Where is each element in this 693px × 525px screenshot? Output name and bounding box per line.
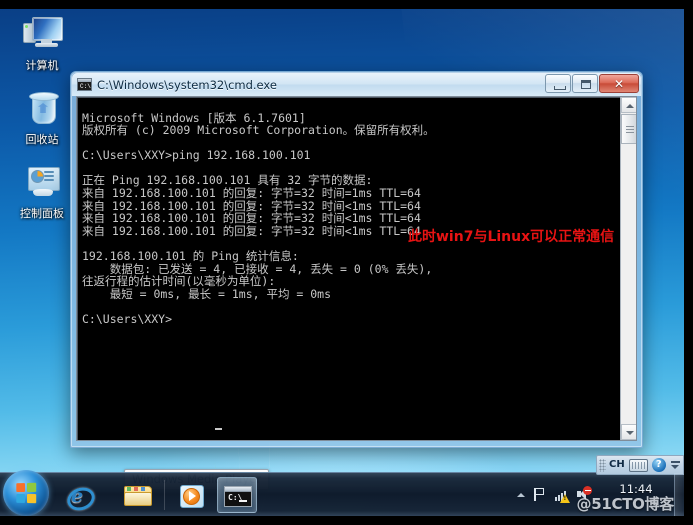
windows-logo-icon (16, 482, 37, 504)
taskbar-item-internet-explorer[interactable]: e (58, 477, 98, 515)
console-cursor (215, 428, 222, 430)
show-hidden-icons-icon[interactable] (517, 492, 525, 497)
desktop-icon-label: 控制面板 (20, 207, 64, 220)
desktop-icon-label: 计算机 (25, 59, 59, 72)
window-controls: ✕ (545, 74, 639, 93)
desktop[interactable]: 计算机 回收站 控制面板 C:\ C:\Windows\system32\cmd… (0, 9, 684, 516)
cmd-window[interactable]: C:\ C:\Windows\system32\cmd.exe ✕ Micros… (70, 71, 643, 448)
show-desktop-button[interactable] (674, 473, 684, 516)
taskbar-item-windows-media-player[interactable] (172, 477, 212, 513)
desktop-icon-control-panel[interactable]: 控制面板 (8, 163, 76, 221)
windows-media-player-icon (180, 485, 204, 508)
language-indicator[interactable]: CH (609, 459, 625, 471)
help-icon[interactable]: ? (651, 458, 666, 472)
computer-icon (21, 15, 63, 55)
taskbar-item-command-prompt[interactable]: C:\ (217, 477, 257, 513)
network-warning-icon[interactable] (554, 487, 570, 503)
keyboard-icon[interactable] (628, 458, 648, 472)
minimize-button[interactable] (545, 74, 571, 93)
console-text: Microsoft Windows [版本 6.1.7601] 版权所有 (c)… (82, 110, 435, 326)
control-panel-icon (21, 163, 63, 203)
desktop-icon-list: 计算机 回收站 控制面板 (8, 15, 76, 237)
language-bar[interactable]: CH ? (596, 455, 684, 475)
cmd-icon: C:\ (224, 486, 252, 507)
desktop-icon-recycle-bin[interactable]: 回收站 (8, 89, 76, 147)
desktop-icon-computer[interactable]: 计算机 (8, 15, 76, 73)
console-scrollbar[interactable] (620, 97, 636, 440)
taskbar[interactable]: e C:\ CH ? ! 11:44 @51CTO博客 (0, 455, 684, 516)
maximize-button[interactable] (572, 74, 598, 93)
close-icon: ✕ (613, 77, 625, 91)
console-output-area[interactable]: Microsoft Windows [版本 6.1.7601] 版权所有 (c)… (76, 96, 637, 441)
drag-grip-icon[interactable] (599, 458, 606, 472)
cmd-icon: C:\ (77, 78, 92, 91)
minimize-arrow-icon[interactable] (670, 458, 680, 472)
window-title: C:\Windows\system32\cmd.exe (97, 77, 277, 92)
start-button[interactable] (3, 470, 49, 516)
recycle-bin-icon (21, 89, 63, 129)
action-center-flag-icon[interactable] (532, 487, 547, 502)
scroll-down-button[interactable] (621, 424, 636, 440)
scroll-up-button[interactable] (621, 97, 636, 113)
taskbar-separator (164, 480, 165, 510)
close-button[interactable]: ✕ (599, 74, 639, 93)
red-annotation-text: 此时win7与Linux可以正常通信 (408, 229, 615, 245)
window-title-bar[interactable]: C:\ C:\Windows\system32\cmd.exe ✕ (72, 73, 641, 96)
folder-icon (124, 486, 152, 507)
internet-explorer-icon: e (64, 483, 98, 515)
watermark: @51CTO博客 (576, 495, 675, 513)
taskbar-item-windows-explorer[interactable] (118, 477, 158, 513)
scrollbar-thumb[interactable] (621, 114, 636, 144)
desktop-icon-label: 回收站 (25, 133, 59, 146)
